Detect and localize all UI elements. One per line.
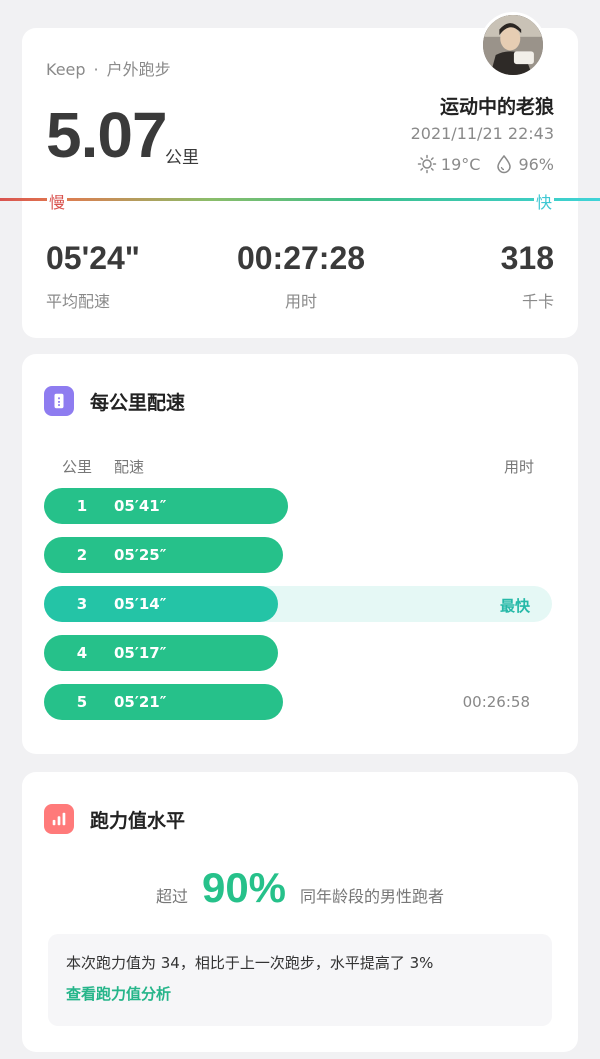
- distance-unit: 公里: [165, 148, 199, 168]
- split-km: 3: [76, 595, 88, 613]
- calories-value: 318: [500, 240, 554, 276]
- humidity-drop-icon: [494, 154, 514, 174]
- temperature: 19°C: [440, 154, 481, 174]
- column-pace: 配速: [114, 458, 145, 476]
- run-summary-card: Keep · 户外跑步 5.07 公里 运动中的老狼 2021/11/21 22:4…: [0, 12, 600, 338]
- rank-prefix: 超过: [155, 887, 188, 906]
- split-pace: 05′17″: [114, 644, 167, 662]
- username[interactable]: 运动中的老狼: [440, 92, 554, 119]
- split-km: 2: [76, 546, 88, 564]
- split-pace: 05′14″: [114, 595, 167, 613]
- column-km: 公里: [62, 458, 93, 476]
- splits-header: 每公里配速: [44, 386, 185, 416]
- rank-percent: 90%: [201, 864, 287, 911]
- avg-pace-label: 平均配速: [46, 292, 111, 311]
- rank-suffix: 同年龄段的男性跑者: [300, 887, 445, 906]
- split-km: 1: [76, 497, 88, 515]
- ruler-icon: [44, 386, 74, 416]
- split-row[interactable]: 3 05′14″ 最快: [44, 586, 552, 622]
- separator-dot: ·: [93, 60, 99, 79]
- weather-info: 19°C 96%: [417, 154, 554, 174]
- column-time: 用时: [503, 458, 534, 476]
- split-row[interactable]: 1 05′41″: [44, 488, 552, 524]
- stat-avg-pace: 05'24" 平均配速: [46, 242, 140, 312]
- ability-detail-box: 本次跑力值为 34，相比于上一次跑步，水平提高了 3% 查看跑力值分析: [48, 934, 552, 1026]
- split-pace: 05′21″: [114, 693, 167, 711]
- split-row[interactable]: 5 05′21″ 00:26:58: [44, 684, 552, 720]
- view-ability-analysis-link[interactable]: 查看跑力值分析: [66, 983, 534, 1004]
- humidity: 96%: [518, 154, 554, 174]
- pace-gradient-bar: [0, 198, 600, 201]
- run-datetime: 2021/11/21 22:43: [410, 124, 554, 143]
- ability-header: 跑力值水平: [44, 804, 185, 834]
- running-ability-card: 跑力值水平 超过 90% 同年龄段的男性跑者 本次跑力值为 34，相比于上一次跑…: [22, 772, 578, 1052]
- stat-duration: 00:27:28 用时: [236, 242, 366, 312]
- split-pace: 05′41″: [114, 497, 167, 515]
- sun-icon: [417, 154, 437, 174]
- split-pace: 05′25″: [114, 546, 167, 564]
- avatar-image: [483, 15, 543, 75]
- split-cumulative-time: 00:26:58: [462, 693, 530, 711]
- stat-calories: 318 千卡: [501, 242, 554, 312]
- split-row[interactable]: 2 05′25″: [44, 537, 552, 573]
- distance-value: 5.07: [46, 99, 168, 171]
- ability-title: 跑力值水平: [90, 809, 186, 832]
- duration-label: 用时: [284, 292, 317, 311]
- pace-slow-label: 慢: [47, 189, 68, 213]
- activity-type: 户外跑步: [106, 60, 171, 79]
- avatar[interactable]: [480, 12, 546, 78]
- split-km: 4: [76, 644, 88, 662]
- activity-source: Keep · 户外跑步: [46, 56, 171, 80]
- splits-card: 每公里配速 公里 配速 用时 1 05′41″ 2 05′25″ 3 05′14″ 最快 4 0…: [22, 354, 578, 754]
- bar-chart-icon: [44, 804, 74, 834]
- splits-title: 每公里配速: [90, 391, 186, 414]
- ability-rank: 超过 90% 同年龄段的男性跑者: [22, 864, 578, 912]
- fastest-badge: 最快: [499, 597, 530, 615]
- calories-label: 千卡: [521, 292, 554, 311]
- split-km: 5: [76, 693, 88, 711]
- avg-pace-value: 05'24": [46, 240, 140, 276]
- ability-description: 本次跑力值为 34，相比于上一次跑步，水平提高了 3%: [66, 954, 434, 972]
- app-name: Keep: [46, 60, 86, 79]
- duration-value: 00:27:28: [236, 240, 366, 276]
- pace-fast-label: 快: [533, 189, 554, 213]
- split-row[interactable]: 4 05′17″: [44, 635, 552, 671]
